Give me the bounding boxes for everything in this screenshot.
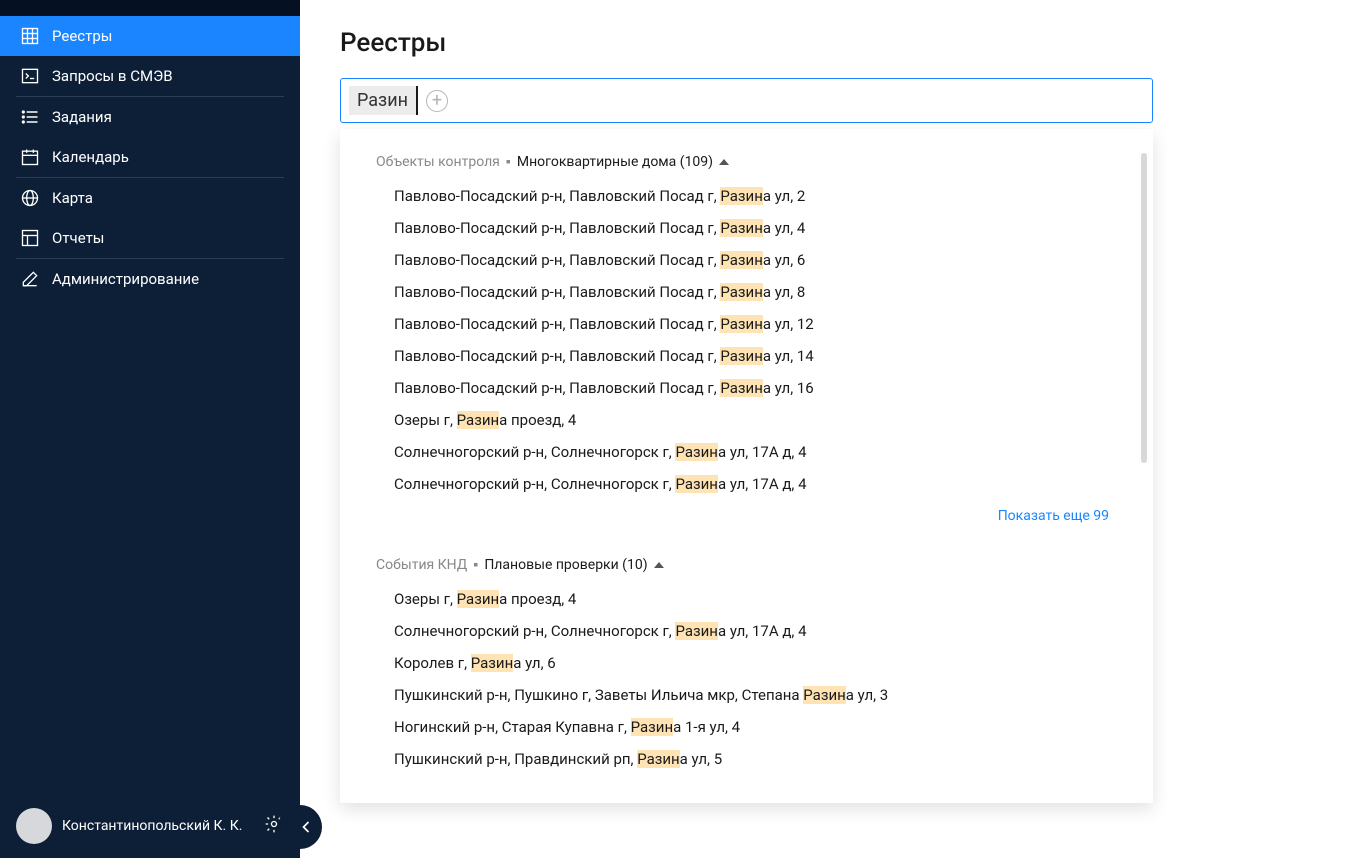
nav-item-registries[interactable]: Реестры xyxy=(0,16,300,56)
results-group-header[interactable]: Объекты контроля ▪ Многоквартирные дома … xyxy=(340,153,1153,180)
result-list: Павлово-Посадский р-н, Павловский Посад … xyxy=(340,180,1153,500)
scroll-thumb[interactable] xyxy=(1141,153,1147,463)
result-item[interactable]: Королев г, Разина ул, 6 xyxy=(394,647,1109,679)
nav-group-secondary: Задания Календарь xyxy=(0,97,300,177)
nav-group-tertiary: Карта Отчеты xyxy=(0,178,300,258)
result-item[interactable]: Озеры г, Разина проезд, 4 xyxy=(394,404,1109,436)
sidebar: Реестры Запросы в СМЭВ Задания Календарь xyxy=(0,0,300,858)
result-item[interactable]: Павлово-Посадский р-н, Павловский Посад … xyxy=(394,212,1109,244)
result-item[interactable]: Озеры г, Разина проезд, 4 xyxy=(394,583,1109,615)
result-item[interactable]: Павлово-Посадский р-н, Павловский Посад … xyxy=(394,180,1109,212)
report-icon xyxy=(20,228,40,248)
top-bar xyxy=(0,0,300,16)
result-item[interactable]: Пушкинский р-н, Пушкино г, Заветы Ильича… xyxy=(394,679,1109,711)
nav-item-smev[interactable]: Запросы в СМЭВ xyxy=(0,56,300,96)
add-chip-button[interactable]: + xyxy=(426,90,448,112)
scrollbar[interactable] xyxy=(1141,153,1147,483)
result-item[interactable]: Пушкинский р-н, Правдинский рп, Разина у… xyxy=(394,743,1109,775)
nav-group-admin: Администрирование xyxy=(0,259,300,299)
globe-icon xyxy=(20,188,40,208)
search-results-dropdown: Объекты контроля ▪ Многоквартирные дома … xyxy=(340,129,1153,803)
nav-label: Реестры xyxy=(52,27,112,45)
group-prefix: События КНД xyxy=(376,557,467,573)
show-more-link[interactable]: Показать еще 99 xyxy=(998,508,1109,524)
result-item[interactable]: Ногинский р-н, Старая Купавна г, Разина … xyxy=(394,711,1109,743)
nav-item-admin[interactable]: Администрирование xyxy=(0,259,300,299)
search-input[interactable]: Разин + xyxy=(340,78,1153,123)
list-icon xyxy=(20,107,40,127)
nav-item-calendar[interactable]: Календарь xyxy=(0,137,300,177)
nav-label: Отчеты xyxy=(52,229,104,247)
result-item[interactable]: Солнечногорский р-н, Солнечногорск г, Ра… xyxy=(394,436,1109,468)
result-item[interactable]: Павлово-Посадский р-н, Павловский Посад … xyxy=(394,244,1109,276)
avatar[interactable] xyxy=(16,808,52,844)
group-title: Плановые проверки (10) xyxy=(484,557,647,573)
results-group-header[interactable]: События КНД ▪ Плановые проверки (10) xyxy=(340,556,1153,583)
collapse-sidebar-button[interactable] xyxy=(278,805,322,849)
username: Константинопольский К. К. xyxy=(62,818,254,834)
nav-label: Карта xyxy=(52,189,93,207)
caret-up-icon xyxy=(719,157,729,167)
caret-up-icon xyxy=(654,560,664,570)
search-chip[interactable]: Разин xyxy=(349,86,418,115)
result-item[interactable]: Солнечногорский р-н, Солнечногорск г, Ра… xyxy=(394,468,1109,500)
show-more: Показать еще 99 xyxy=(340,500,1153,544)
nav-label: Администрирование xyxy=(52,270,199,288)
nav-item-reports[interactable]: Отчеты xyxy=(0,218,300,258)
result-item[interactable]: Павлово-Посадский р-н, Павловский Посад … xyxy=(394,308,1109,340)
terminal-icon xyxy=(20,66,40,86)
main-content: Реестры Разин + Объекты контроля ▪ Много… xyxy=(300,0,1366,858)
nav-label: Календарь xyxy=(52,148,129,166)
group-title: Многоквартирные дома (109) xyxy=(517,154,713,170)
nav-item-map[interactable]: Карта xyxy=(0,178,300,218)
group-prefix: Объекты контроля xyxy=(376,154,500,170)
sidebar-bottom: Константинопольский К. К. xyxy=(0,796,300,858)
page-title: Реестры xyxy=(340,28,1326,58)
result-item[interactable]: Павлово-Посадский р-н, Павловский Посад … xyxy=(394,276,1109,308)
pencil-icon xyxy=(20,269,40,289)
calendar-icon xyxy=(20,147,40,167)
result-item[interactable]: Павлово-Посадский р-н, Павловский Посад … xyxy=(394,340,1109,372)
grid-icon xyxy=(20,26,40,46)
nav-label: Задания xyxy=(52,108,112,126)
nav-group-primary: Реестры Запросы в СМЭВ xyxy=(0,16,300,96)
result-list: Озеры г, Разина проезд, 4Солнечногорский… xyxy=(340,583,1153,775)
result-item[interactable]: Солнечногорский р-н, Солнечногорск г, Ра… xyxy=(394,615,1109,647)
nav-label: Запросы в СМЭВ xyxy=(52,67,173,85)
nav-item-tasks[interactable]: Задания xyxy=(0,97,300,137)
result-item[interactable]: Павлово-Посадский р-н, Павловский Посад … xyxy=(394,372,1109,404)
